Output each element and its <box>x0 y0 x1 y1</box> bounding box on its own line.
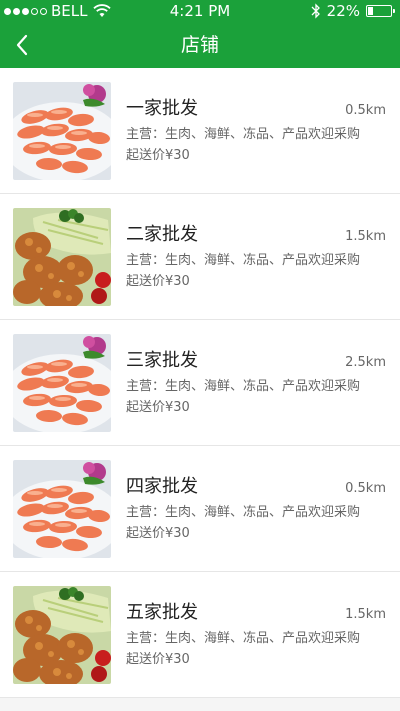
shop-distance: 1.5km <box>345 229 386 244</box>
battery-percent: 22% <box>326 2 360 20</box>
shop-min-order: 起送价¥30 <box>126 400 190 415</box>
shop-main-business: 主营：生肉、海鲜、冻品、产品欢迎采购 <box>126 505 361 520</box>
shop-name: 三家批发 <box>126 350 198 371</box>
shop-name: 五家批发 <box>126 602 198 623</box>
shop-main-business: 主营：生肉、海鲜、冻品、产品欢迎采购 <box>126 127 361 142</box>
page-title: 店铺 <box>180 34 219 56</box>
status-right: 22% <box>311 0 395 22</box>
shop-main-business: 主营：生肉、海鲜、冻品、产品欢迎采购 <box>126 379 361 394</box>
status-bar: BELL 4:21 PM 22% <box>0 0 400 22</box>
battery-icon <box>366 5 395 17</box>
shop-distance: 0.5km <box>345 103 386 118</box>
shop-list-item[interactable]: 一家批发 0.5km 主营：生肉、海鲜、冻品、产品欢迎采购 起送价¥30 <box>0 68 400 194</box>
shop-list-item[interactable]: 三家批发 2.5km 主营：生肉、海鲜、冻品、产品欢迎采购 起送价¥30 <box>0 320 400 446</box>
shop-list-item[interactable]: 二家批发 1.5km 主营：生肉、海鲜、冻品、产品欢迎采购 起送价¥30 <box>0 194 400 320</box>
nav-bar: 店铺 <box>0 22 400 68</box>
shop-distance: 1.5km <box>345 607 386 622</box>
shop-main-business: 主营：生肉、海鲜、冻品、产品欢迎采购 <box>126 631 361 646</box>
shop-min-order: 起送价¥30 <box>126 274 190 289</box>
shop-thumbnail <box>13 334 111 432</box>
shop-name: 一家批发 <box>126 98 198 119</box>
battery-level-fill <box>368 7 373 15</box>
shop-thumbnail <box>13 460 111 558</box>
shop-name: 二家批发 <box>126 224 198 245</box>
shop-min-order: 起送价¥30 <box>126 148 190 163</box>
shop-list-item[interactable]: 四家批发 0.5km 主营：生肉、海鲜、冻品、产品欢迎采购 起送价¥30 <box>0 446 400 572</box>
app-header: BELL 4:21 PM 22% 店铺 <box>0 0 400 68</box>
shop-main-business: 主营：生肉、海鲜、冻品、产品欢迎采购 <box>126 253 361 268</box>
shop-distance: 0.5km <box>345 481 386 496</box>
shop-thumbnail <box>13 208 111 306</box>
shop-name: 四家批发 <box>126 476 198 497</box>
shop-list-item[interactable]: 五家批发 1.5km 主营：生肉、海鲜、冻品、产品欢迎采购 起送价¥30 <box>0 572 400 698</box>
shop-min-order: 起送价¥30 <box>126 526 190 541</box>
shop-thumbnail <box>13 82 111 180</box>
bluetooth-icon <box>311 3 320 19</box>
shop-distance: 2.5km <box>345 355 386 370</box>
shop-min-order: 起送价¥30 <box>126 652 190 667</box>
shop-thumbnail <box>13 586 111 684</box>
shop-list: 一家批发 0.5km 主营：生肉、海鲜、冻品、产品欢迎采购 起送价¥30 二家批… <box>0 68 400 698</box>
